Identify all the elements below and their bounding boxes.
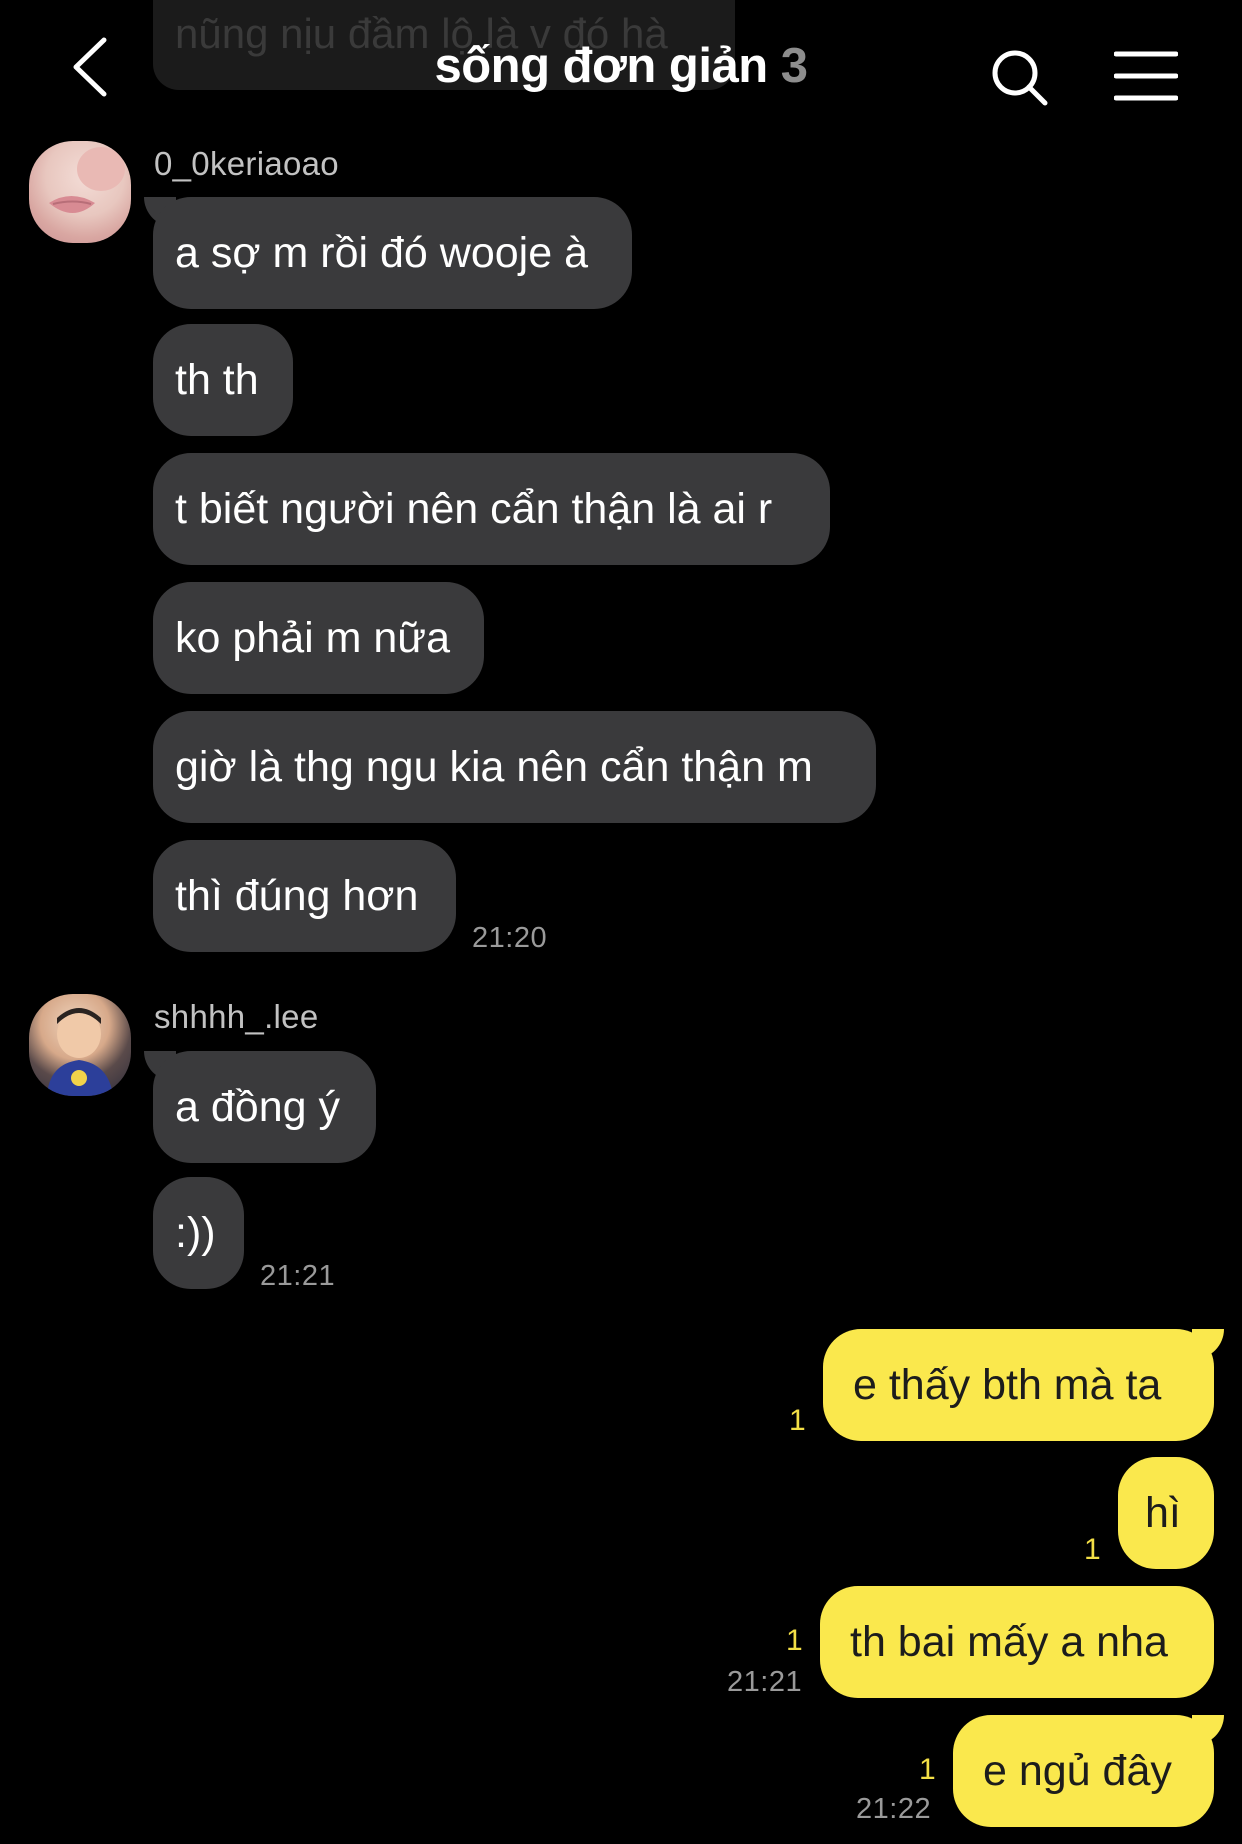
message-text: a sợ m rồi đó wooje à: [175, 229, 588, 277]
unread-count: 1: [1084, 1533, 1101, 1566]
message-text: t biết người nên cẩn thận là ai r: [175, 485, 773, 533]
message-bubble[interactable]: a sợ m rồi đó wooje à: [153, 197, 632, 309]
message-bubble[interactable]: :)): [153, 1177, 244, 1289]
chat-title: sống đơn giản 3: [0, 38, 1242, 94]
message-bubble-outgoing[interactable]: e thấy bth mà ta: [823, 1329, 1214, 1441]
message-bubble[interactable]: t biết người nên cẩn thận là ai r: [153, 453, 830, 565]
sender-name: shhhh_.lee: [154, 998, 319, 1035]
member-count: 3: [780, 39, 808, 93]
message-bubble[interactable]: a đồng ý: [153, 1051, 376, 1163]
message-text: :)): [175, 1209, 216, 1257]
avatar-photo: [47, 1008, 113, 1096]
message-text: e thấy bth mà ta: [853, 1361, 1162, 1409]
message-text: hì: [1145, 1489, 1181, 1537]
message-text: th bai mấy a nha: [850, 1618, 1168, 1666]
message-text: th th: [175, 356, 259, 404]
avatar[interactable]: [29, 141, 131, 243]
search-button[interactable]: [990, 48, 1050, 108]
search-icon: [992, 50, 1048, 106]
message-text: thì đúng hơn: [175, 872, 419, 920]
avatar[interactable]: [29, 994, 131, 1096]
message-bubble-outgoing[interactable]: e ngủ đây: [953, 1715, 1214, 1827]
hamburger-menu-icon: [1113, 51, 1179, 101]
message-time: 21:20: [472, 922, 548, 954]
unread-count: 1: [786, 1624, 803, 1657]
chat-title-text: sống đơn giản: [434, 39, 768, 93]
avatar-photo: [49, 147, 125, 213]
message-bubble-outgoing[interactable]: hì: [1118, 1457, 1214, 1569]
unread-count: 1: [919, 1753, 936, 1786]
message-time: 21:21: [260, 1260, 336, 1292]
message-text: ko phải m nữa: [175, 614, 450, 662]
message-bubble[interactable]: giờ là thg ngu kia nên cẩn thận m: [153, 711, 876, 823]
message-text: e ngủ đây: [983, 1747, 1172, 1795]
unread-count: 1: [789, 1404, 806, 1437]
menu-button[interactable]: [1113, 50, 1179, 102]
sender-name: 0_0keriaoao: [154, 145, 339, 182]
message-bubble[interactable]: ko phải m nữa: [153, 582, 484, 694]
message-text: a đồng ý: [175, 1083, 340, 1131]
message-time: 21:21: [727, 1666, 803, 1698]
message-bubble[interactable]: thì đúng hơn: [153, 840, 456, 952]
message-time: 21:22: [856, 1793, 932, 1825]
message-bubble[interactable]: th th: [153, 324, 293, 436]
message-bubble-outgoing[interactable]: th bai mấy a nha: [820, 1586, 1214, 1698]
message-text: giờ là thg ngu kia nên cẩn thận m: [175, 743, 813, 791]
